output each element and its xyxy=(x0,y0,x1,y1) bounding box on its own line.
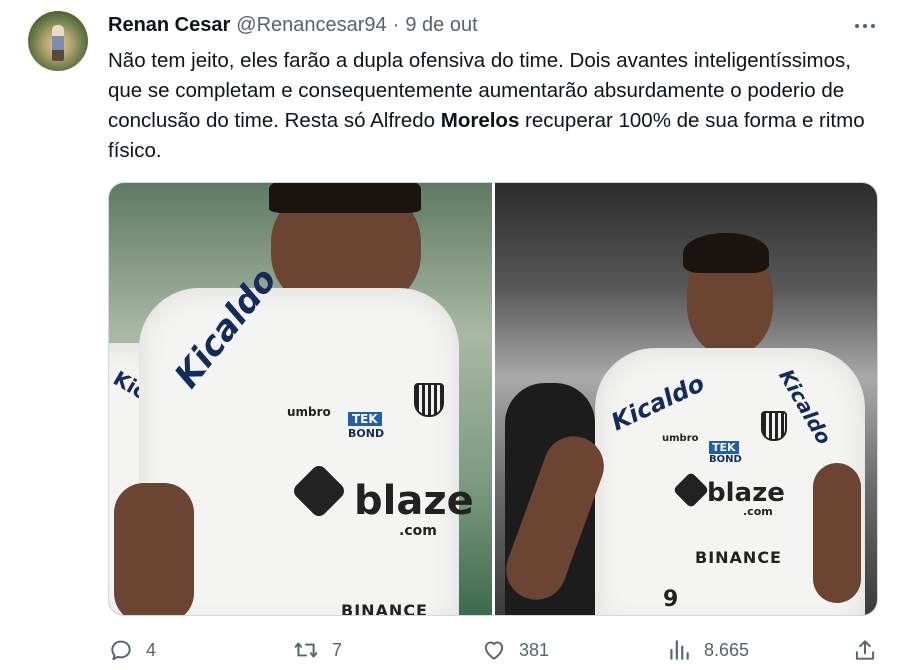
left-tek-top: TEK xyxy=(348,412,382,426)
tweet-text-bold[interactable]: Morelos xyxy=(441,109,520,132)
left-bottom-sponsor: BINANCE xyxy=(341,601,428,615)
share-button[interactable] xyxy=(852,636,878,664)
retweet-count: 7 xyxy=(332,639,343,660)
more-dot xyxy=(855,24,859,28)
reply-icon xyxy=(111,640,131,661)
left-kit-brand: umbro xyxy=(287,405,331,419)
left-tek-bottom: BOND xyxy=(348,427,385,440)
header-separator: · xyxy=(392,14,400,36)
left-club-crest xyxy=(414,383,444,417)
tweet: Renan Cesar @Renancesar94 · 9 de out Não… xyxy=(0,0,909,670)
right-tek-top: TEK xyxy=(709,441,739,454)
player-hair xyxy=(683,233,769,273)
right-club-crest xyxy=(761,411,787,441)
author-handle[interactable]: @Renancesar94 xyxy=(236,14,386,37)
views-button[interactable]: 8.665 xyxy=(666,636,749,664)
right-main-sponsor-sub: .com xyxy=(743,505,773,518)
player-arm xyxy=(114,483,194,615)
right-kit-brand: umbro xyxy=(662,433,699,444)
reply-button[interactable]: 4 xyxy=(108,636,156,664)
avatar[interactable] xyxy=(28,11,88,71)
author-name[interactable]: Renan Cesar xyxy=(108,14,230,37)
right-main-sponsor: blaze xyxy=(707,478,785,508)
right-bottom-sponsor: BINANCE xyxy=(695,548,782,567)
player-right-arm xyxy=(813,463,861,603)
tweet-header: Renan Cesar @Renancesar94 · 9 de out xyxy=(108,14,478,38)
photo-right[interactable]: Kicaldo Kicaldo umbro TEK BOND blaze .co… xyxy=(495,183,877,615)
left-main-sponsor-sub: .com xyxy=(399,523,437,539)
heart-icon xyxy=(484,641,504,660)
right-shorts-number: 9 xyxy=(663,587,679,612)
views-icon xyxy=(670,640,689,660)
left-main-sponsor: blaze xyxy=(354,478,474,524)
tweet-actions: 4 7 381 8.665 xyxy=(108,636,878,664)
share-icon xyxy=(855,640,875,660)
more-dot xyxy=(863,24,867,28)
retweet-button[interactable]: 7 xyxy=(292,636,342,664)
like-count: 381 xyxy=(519,639,550,660)
retweet-icon xyxy=(294,642,318,658)
more-dot xyxy=(871,24,875,28)
photo-left[interactable]: Kic Kicaldo umbro TEK BOND blaze .com BI… xyxy=(109,183,492,615)
tweet-text: Não tem jeito, eles farão a dupla ofensi… xyxy=(108,46,888,166)
more-options-icon[interactable] xyxy=(850,16,880,36)
media-grid: Kic Kicaldo umbro TEK BOND blaze .com BI… xyxy=(108,182,878,616)
tweet-date[interactable]: 9 de out xyxy=(405,14,477,37)
avatar-figure xyxy=(52,25,64,61)
right-tek-bottom: BOND xyxy=(709,454,742,465)
reply-count: 4 xyxy=(146,639,157,660)
views-count: 8.665 xyxy=(704,639,750,660)
player-hair xyxy=(269,183,421,213)
like-button[interactable]: 381 xyxy=(481,636,549,664)
